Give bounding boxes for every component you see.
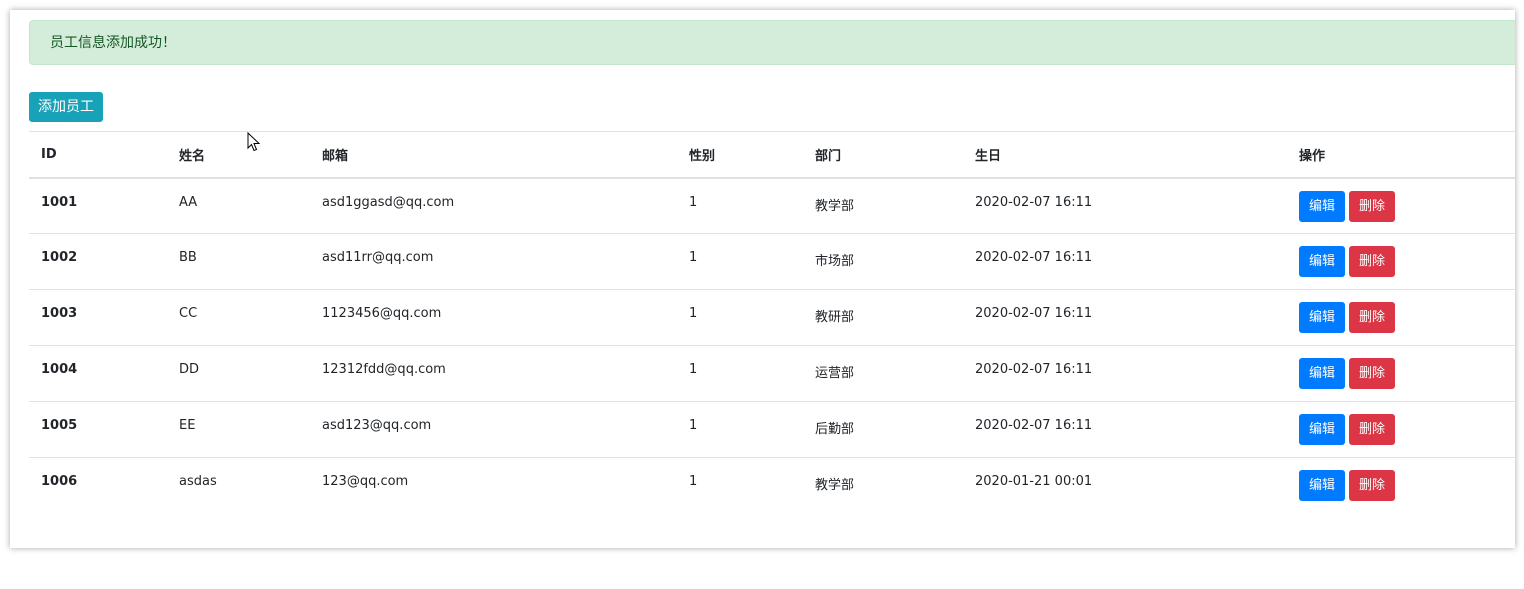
cell-department: 教研部 (803, 289, 963, 346)
cell-id: 1003 (29, 289, 167, 346)
cell-email: asd11rr@qq.com (310, 233, 677, 290)
cell-gender: 1 (677, 345, 803, 402)
cell-operations: 编辑 删除 (1287, 401, 1515, 458)
header-birth: 生日 (963, 131, 1287, 179)
cell-id: 1001 (41, 194, 78, 210)
edit-button[interactable]: 编辑 (1299, 302, 1345, 333)
cell-department: 教学部 (815, 198, 855, 214)
delete-button[interactable]: 删除 (1349, 358, 1395, 389)
main-panel: 员工信息添加成功！ 添加员工 ID 姓名 邮箱 性别 部门 生日 操作 1001… (10, 10, 1515, 548)
cell-department: 后勤部 (803, 401, 963, 458)
cell-birth: 2020-02-07 16:11 (963, 401, 1287, 458)
cell-operations: 编辑 删除 (1287, 457, 1515, 514)
table-row: 1006 asdas 123@qq.com 1 教学部 2020-01-21 0… (29, 457, 1515, 514)
header-operations: 操作 (1287, 131, 1515, 179)
edit-button[interactable]: 编辑 (1299, 470, 1345, 501)
cell-birth: 2020-02-07 16:11 (963, 233, 1287, 290)
table-row: 1002 BB asd11rr@qq.com 1 市场部 2020-02-07 … (29, 233, 1515, 290)
table-row: 1005 EE asd123@qq.com 1 后勤部 2020-02-07 1… (29, 401, 1515, 458)
edit-button[interactable]: 编辑 (1299, 246, 1345, 277)
cell-email: 1123456@qq.com (310, 289, 677, 346)
header-department: 部门 (803, 131, 963, 179)
cell-department: 教学部 (803, 457, 963, 514)
cell-operations: 编辑 删除 (1287, 345, 1515, 402)
edit-button[interactable]: 编辑 (1299, 190, 1345, 222)
cell-birth: 2020-02-07 16:11 (963, 345, 1287, 402)
delete-button[interactable]: 删除 (1349, 246, 1395, 277)
cell-name: AA (179, 194, 198, 210)
cell-email: 123@qq.com (310, 457, 677, 514)
cell-name: asdas (167, 457, 310, 514)
header-name: 姓名 (167, 131, 310, 179)
header-email: 邮箱 (310, 131, 677, 179)
cell-name: BB (167, 233, 310, 290)
cell-gender: 1 (677, 233, 803, 290)
cell-gender: 1 (677, 289, 803, 346)
cell-email: 12312fdd@qq.com (310, 345, 677, 402)
success-alert-text: 员工信息添加成功！ (50, 35, 176, 51)
cell-gender: 1 (677, 457, 803, 514)
cell-id: 1006 (29, 457, 167, 514)
cell-birth: 2020-02-07 16:11 (975, 194, 1093, 210)
cell-department: 市场部 (803, 233, 963, 290)
table-row: 1004 DD 12312fdd@qq.com 1 运营部 2020-02-07… (29, 345, 1515, 402)
header-gender: 性别 (677, 131, 803, 179)
cell-operations: 编辑 删除 (1287, 289, 1515, 346)
employee-table: ID 姓名 邮箱 性别 部门 生日 操作 1001 AA asd1ggasd@q… (29, 131, 1515, 514)
cell-email: asd1ggasd@qq.com (322, 194, 455, 210)
edit-button[interactable]: 编辑 (1299, 414, 1345, 445)
table-row: 1001 AA asd1ggasd@qq.com 1 教学部 2020-02-0… (29, 178, 1515, 234)
add-employee-button[interactable]: 添加员工 (29, 92, 103, 122)
cell-email: asd123@qq.com (310, 401, 677, 458)
delete-button[interactable]: 删除 (1349, 414, 1395, 445)
cell-name: EE (167, 401, 310, 458)
header-id: ID (29, 131, 167, 179)
table-row: 1003 CC 1123456@qq.com 1 教研部 2020-02-07 … (29, 289, 1515, 346)
cell-operations: 编辑 删除 (1287, 178, 1515, 234)
cell-gender: 1 (677, 401, 803, 458)
cell-id: 1004 (29, 345, 167, 402)
cell-birth: 2020-01-21 00:01 (963, 457, 1287, 514)
cell-id: 1002 (29, 233, 167, 290)
success-alert: 员工信息添加成功！ (29, 20, 1515, 65)
cell-operations: 编辑 删除 (1287, 233, 1515, 290)
mouse-pointer-icon (247, 132, 261, 152)
delete-button[interactable]: 删除 (1349, 302, 1395, 333)
delete-button[interactable]: 删除 (1349, 470, 1395, 501)
cell-birth: 2020-02-07 16:11 (963, 289, 1287, 346)
delete-button[interactable]: 删除 (1349, 190, 1395, 222)
edit-button[interactable]: 编辑 (1299, 358, 1345, 389)
cell-department: 运营部 (803, 345, 963, 402)
cell-gender: 1 (689, 194, 698, 210)
cell-id: 1005 (29, 401, 167, 458)
cell-name: DD (167, 345, 310, 402)
cell-name: CC (167, 289, 310, 346)
